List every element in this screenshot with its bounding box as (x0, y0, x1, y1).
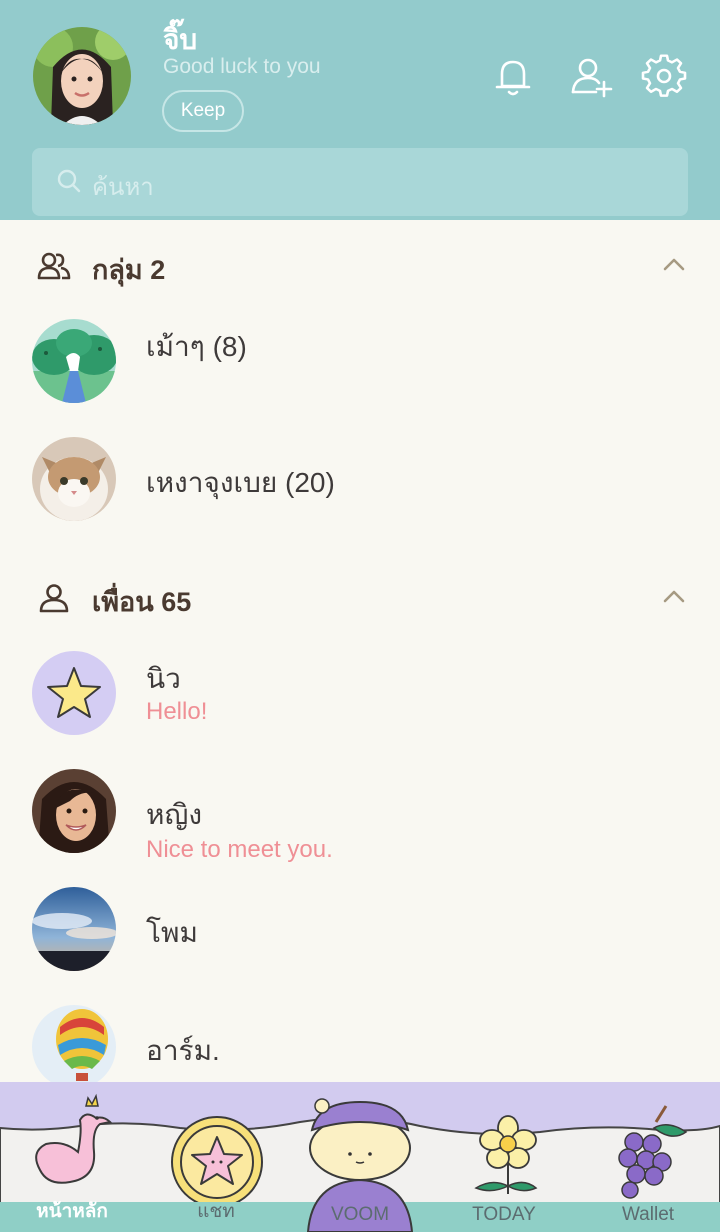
search-placeholder: ค้นหา (92, 174, 154, 201)
star-coin-icon (171, 1116, 263, 1202)
friend-name: อาร์ม. (146, 1035, 220, 1066)
friend-avatar (32, 887, 116, 971)
tab-wallet-label: Wallet (621, 1204, 675, 1225)
tab-today-label: TODAY (472, 1204, 536, 1225)
friend-row[interactable]: นิว Hello! (0, 651, 720, 761)
tab-home[interactable]: หน้าหลัก (0, 1082, 144, 1232)
friends-section-header[interactable]: เพื่อน 65 (0, 568, 720, 628)
profile-status-message: Good luck to you (163, 55, 321, 78)
friend-row[interactable]: หญิง Nice to meet you. (0, 769, 720, 879)
friend-avatar (32, 1005, 116, 1089)
friend-name: หญิง (146, 799, 202, 830)
tab-chat[interactable]: แชท (144, 1082, 288, 1232)
group-row[interactable]: เหงาจุงเบย (20) (0, 437, 720, 547)
group-name: เม้าๆ (8) (146, 331, 247, 362)
groups-title: กลุ่ม 2 (92, 255, 166, 285)
search-input[interactable]: ค้นหา (32, 148, 688, 216)
friend-avatar (32, 769, 116, 853)
settings-gear-icon[interactable] (641, 54, 687, 100)
bottom-tab-bar: หน้าหลัก แชท VOOM TODAY Wallet (0, 1082, 720, 1232)
tab-voom-label: VOOM (330, 1204, 390, 1225)
chevron-up-icon[interactable] (660, 254, 688, 274)
search-icon (57, 169, 81, 193)
friend-row[interactable]: โพม (0, 887, 720, 997)
bell-icon[interactable] (490, 54, 536, 100)
group-name: เหงาจุงเบย (20) (146, 467, 335, 498)
friend-avatar (32, 651, 116, 735)
profile-header: จิ๊บ Good luck to you Keep ค้นหา (0, 0, 720, 220)
group-avatar (32, 319, 116, 403)
tab-voom[interactable]: VOOM (288, 1082, 432, 1232)
tab-today[interactable]: TODAY (432, 1082, 576, 1232)
friend-name: โพม (146, 917, 198, 948)
friends-title: เพื่อน 65 (92, 587, 192, 617)
group-icon (37, 252, 71, 280)
groups-section-header[interactable]: กลุ่ม 2 (0, 236, 720, 296)
tab-chat-label: แชท (197, 1201, 235, 1222)
friend-status-message: Hello! (146, 698, 208, 725)
profile-avatar[interactable] (33, 27, 131, 125)
person-icon (39, 584, 69, 613)
friend-name: นิว (146, 663, 181, 694)
grapes-icon (618, 1105, 688, 1199)
chevron-up-icon[interactable] (660, 586, 688, 606)
tab-wallet[interactable]: Wallet (576, 1082, 720, 1232)
swan-icon (35, 1093, 113, 1184)
keep-button[interactable]: Keep (162, 90, 244, 132)
group-avatar (32, 437, 116, 521)
group-row[interactable]: เม้าๆ (8) (0, 319, 720, 429)
friend-status-message: Nice to meet you. (146, 836, 333, 863)
flower-icon (474, 1115, 538, 1194)
add-friend-icon[interactable] (568, 54, 614, 100)
tab-home-label: หน้าหลัก (36, 1201, 108, 1222)
